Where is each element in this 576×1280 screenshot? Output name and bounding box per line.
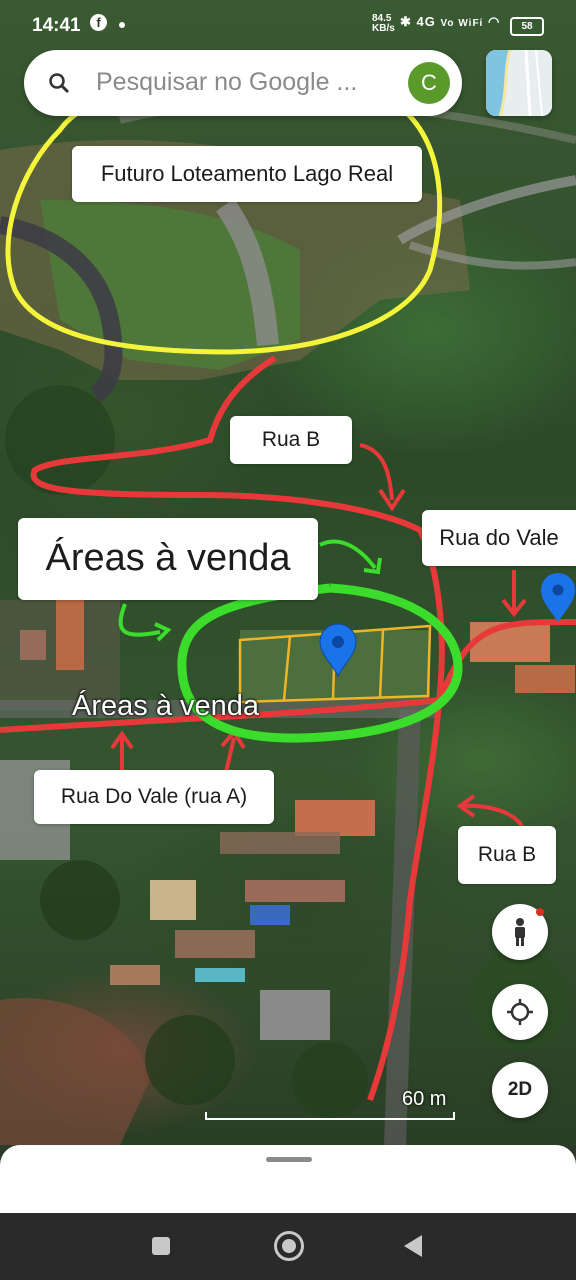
vowifi-label: Vo WiFi (440, 18, 484, 29)
facebook-icon: f (90, 14, 107, 31)
yellow-circle-annotation (5, 77, 443, 355)
view-mode-2d-button[interactable]: 2D (492, 1062, 548, 1118)
network-speed: 84.5 KB/s (372, 13, 395, 34)
layers-map-thumbnail-icon (486, 50, 552, 116)
wifi-icon: ◠ (487, 14, 501, 29)
street-view-button[interactable] (492, 904, 548, 960)
my-location-button[interactable] (492, 984, 548, 1040)
layers-button[interactable] (486, 50, 552, 116)
notification-dot-icon (119, 22, 125, 28)
home-button[interactable] (274, 1231, 304, 1261)
map-place-label[interactable]: Áreas à venda (72, 690, 259, 723)
callout-rua-do-vale-a: Rua Do Vale (rua A) (34, 770, 274, 824)
status-bar: 14:41 f 84.5 KB/s ✱ 4G Vo WiFi ◠ 58 (0, 0, 576, 50)
bluetooth-icon: ✱ (400, 14, 412, 29)
pegman-icon (515, 917, 525, 946)
status-signal: ✱ 4G Vo WiFi ◠ (400, 14, 500, 30)
notification-dot (536, 908, 544, 916)
bottom-sheet[interactable] (0, 1145, 576, 1213)
location-pin-secondary (541, 573, 575, 622)
scale-bar (205, 1112, 455, 1120)
recents-button[interactable] (152, 1237, 170, 1255)
search-bar[interactable]: Pesquisar no Google ... C (24, 50, 462, 116)
callout-rua-b-bottom: Rua B (458, 826, 556, 884)
location-pin (319, 623, 357, 678)
satellite-map[interactable]: Futuro Loteamento Lago Real Rua B Áreas … (0, 0, 576, 1145)
back-button[interactable] (404, 1235, 422, 1257)
search-input[interactable]: Pesquisar no Google ... (96, 68, 357, 97)
status-time: 14:41 (32, 15, 81, 36)
signal-type: 4G (416, 14, 436, 29)
battery-icon: 58 (510, 17, 544, 36)
callout-futuro-loteamento: Futuro Loteamento Lago Real (72, 146, 422, 202)
crosshair-icon (507, 998, 533, 1025)
scale-label: 60 m (402, 1088, 447, 1110)
callout-rua-b-top: Rua B (230, 416, 352, 464)
system-navigation-bar (0, 1213, 576, 1280)
sheet-drag-handle[interactable] (266, 1157, 312, 1162)
avatar[interactable]: C (408, 62, 450, 104)
callout-rua-do-vale: Rua do Vale (422, 510, 576, 566)
search-icon (49, 73, 70, 94)
callout-areas-a-venda: Áreas à venda (18, 518, 318, 600)
